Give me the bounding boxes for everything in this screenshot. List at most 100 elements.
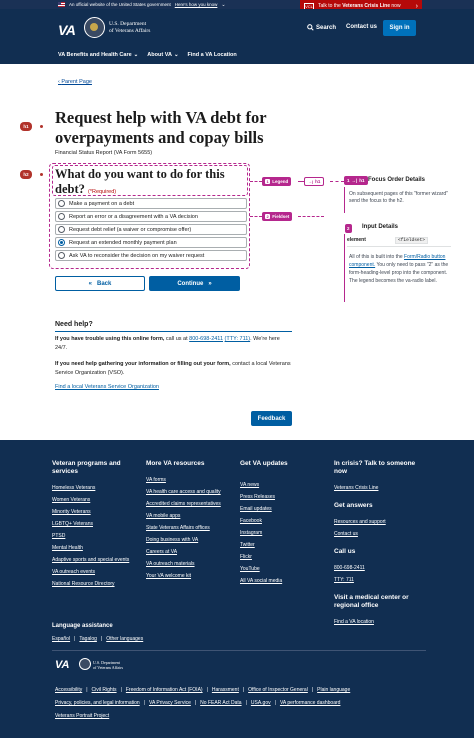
footer-bottom-link[interactable]: VA Privacy Service [149,700,191,706]
footer-link[interactable]: All VA social media [240,575,328,587]
form-number: Financial Status Report (VA Form 5655) [55,150,153,156]
footer-col-resources: More VA resources VA forms VA health car… [146,460,234,582]
chevron-down-icon: ⌄ [133,52,139,58]
footer-link[interactable]: Contact us [334,528,426,540]
gov-banner-text: An official website of the United States… [69,2,171,7]
radio-circle[interactable] [58,239,65,246]
footer-link[interactable]: VA forms [146,474,234,486]
footer-link[interactable]: Twitter [240,539,328,551]
footer-link[interactable]: Email updates [240,503,328,515]
contact-us-link[interactable]: Contact us [346,24,377,30]
footer-bottom-link[interactable]: Freedom of Information Act (FOIA) [126,687,203,693]
footer-bottom-link[interactable]: Veterans Portrait Project [55,713,109,719]
footer-link[interactable]: Adaptive sports and special events [52,554,140,566]
fieldset-connector-2 [298,216,324,217]
footer-bottom-link[interactable]: Office of Inspector General [248,687,308,693]
footer-bottom-link[interactable]: Privacy, policies, and legal information [55,700,140,706]
radio-option[interactable]: Request debt relief (a waiver or comprom… [55,224,247,235]
footer-link[interactable]: VA news [240,479,328,491]
continue-button[interactable]: Continue » [149,276,240,291]
footer-link[interactable]: National Resource Directory [52,578,140,590]
footer-link[interactable]: YouTube [240,563,328,575]
chevron-down-icon: ⌄ [173,52,179,58]
search-button[interactable]: Search [307,24,336,31]
footer-bottom-link[interactable]: VA performance dashboard [280,700,341,706]
footer-dept-name: U.S. Department of Veterans Affairs [93,660,124,670]
required-label: (*Required) [88,188,117,195]
back-label: Back [97,280,112,287]
footer-link[interactable]: Women Veterans [52,494,140,506]
footer-link[interactable]: Minority Veterans [52,506,140,518]
back-button[interactable]: « Back [55,276,145,291]
lang-link[interactable]: Español [52,636,70,642]
footer-link[interactable]: PTSD [52,530,140,542]
footer-crisis-link[interactable]: Veterans Crisis Line [334,482,426,494]
phone-link[interactable]: 800-698-2411 [189,336,223,342]
input-details-body: All of this is built into the Form/Radio… [349,254,449,284]
lang-link[interactable]: Other languages [106,636,143,642]
footer-link[interactable]: Accredited claims representatives [146,498,234,510]
us-flag-icon [58,2,65,7]
radio-option[interactable]: Report an error or a disagreement with a… [55,211,247,222]
main-nav: VA Benefits and Health Care ⌄ About VA ⌄ F… [0,46,474,64]
footer-link[interactable]: Mental Health [52,542,140,554]
footer-va-logo[interactable]: VA [55,659,69,671]
footer-link[interactable]: Your VA welcome kit [146,570,234,582]
breadcrumb-parent-page[interactable]: Parent Page [58,79,92,85]
footer-link[interactable]: State Veterans Affairs offices [146,522,234,534]
footer-col-crisis: In crisis? Talk to someone now Veterans … [334,460,426,628]
radio-option[interactable]: Make a payment on a debt [55,198,247,209]
radio-circle[interactable] [58,252,65,259]
radio-circle[interactable] [58,226,65,233]
radio-option-selected[interactable]: Request an extended monthly payment plan [55,237,247,248]
va-logo[interactable]: VA [58,22,76,38]
footer-link[interactable]: Press Releases [240,491,328,503]
radio-option[interactable]: Ask VA to reconsider the decision on my … [55,250,247,261]
heres-how-you-know-link[interactable]: Here's how you know [175,2,218,7]
radio-circle[interactable] [58,213,65,220]
tty-link[interactable]: (TTY: 711) [225,336,251,342]
footer-link[interactable]: VA health care access and quality [146,486,234,498]
footer-link[interactable]: Doing business with VA [146,534,234,546]
footer-link[interactable]: Flickr [240,551,328,563]
footer-link[interactable]: Resources and support [334,516,426,528]
footer-col-title: Visit a medical center or regional offic… [334,594,409,609]
footer-links-row-1: Accessibility | Civil Rights | Freedom of … [55,687,351,693]
footer-links-row-3: Veterans Portrait Project [55,713,109,719]
footer-phone-link[interactable]: 800-698-2411 [334,562,426,574]
arrow-right-icon: →| [308,179,314,184]
nav-about-va[interactable]: About VA ⌄ [147,52,178,58]
page-title: Request help with VA debt for overpaymen… [55,108,267,147]
sign-in-button[interactable]: Sign in [383,20,416,36]
footer-tty-link[interactable]: TTY: 711 [334,574,426,586]
footer-link[interactable]: VA mobile apps [146,510,234,522]
footer-link[interactable]: Homeless Veterans [52,482,140,494]
footer-bottom-link[interactable]: Harassment [212,687,239,693]
footer-link[interactable]: Find a VA location [334,616,426,628]
footer-bottom-link[interactable]: Civil Rights [92,687,117,693]
nav-benefits[interactable]: VA Benefits and Health Care ⌄ [58,52,138,58]
legend-connector [250,181,262,182]
lang-link[interactable]: Tagalog [79,636,97,642]
footer-col-title: Veteran programs and services [52,460,121,475]
footer-bottom-link[interactable]: Plain language [317,687,350,693]
footer-seal-icon [79,658,91,670]
footer-link[interactable]: Careers at VA [146,546,234,558]
arrow-right-icon: →| [351,178,358,183]
footer-link[interactable]: VA outreach events [52,566,140,578]
footer-bottom-link[interactable]: Accessibility [55,687,82,693]
feedback-button[interactable]: Feedback [251,411,292,426]
nav-find-location[interactable]: Find a VA Location [188,52,237,58]
footer-link[interactable]: Facebook [240,515,328,527]
footer-bottom-link[interactable]: USA.gov [251,700,271,706]
double-chevron-right-icon: » [208,280,212,287]
footer-bottom-link[interactable]: No FEAR Act Data [200,700,241,706]
footer-link[interactable]: Instagram [240,527,328,539]
footer-link[interactable]: VA outreach materials [146,558,234,570]
footer-link[interactable]: LGBTQ+ Veterans [52,518,140,530]
radio-label: Request an extended monthly payment plan [69,239,177,246]
find-vso-link[interactable]: Find a local Veterans Service Organizati… [55,384,159,390]
focus-sidebar-rule [344,187,345,213]
search-icon [307,24,314,31]
radio-circle[interactable] [58,200,65,207]
